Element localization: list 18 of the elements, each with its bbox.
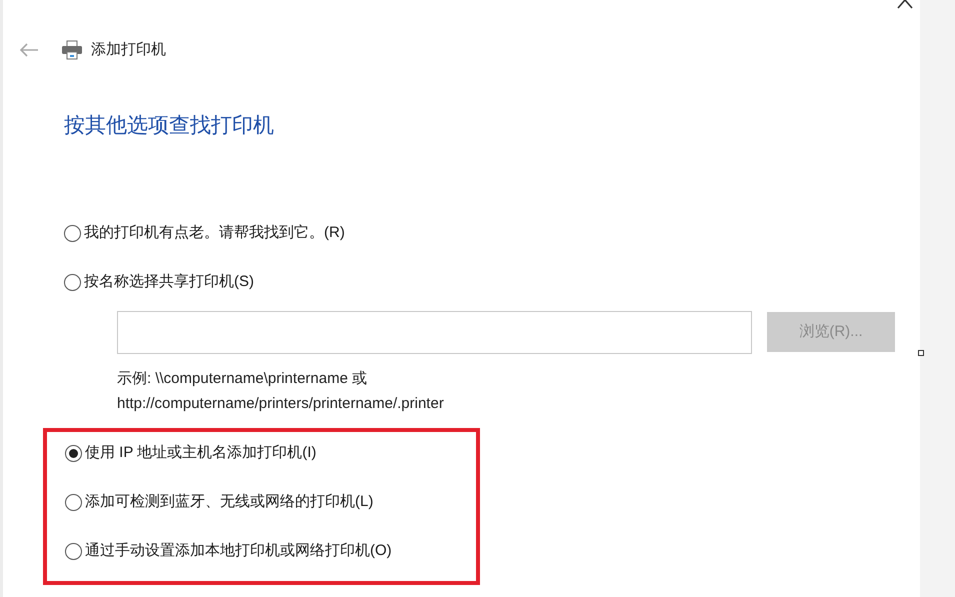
radio-button[interactable] xyxy=(64,225,81,242)
resize-handle[interactable] xyxy=(918,350,924,356)
radio-button[interactable] xyxy=(65,494,82,511)
printer-name-field[interactable] xyxy=(117,310,752,354)
close-icon[interactable] xyxy=(896,0,914,10)
radio-button[interactable] xyxy=(64,274,81,291)
example-text: http://computername/printers/printername/.printer xyxy=(117,394,444,414)
printer-icon xyxy=(61,40,83,60)
window-title: 添加打印机 xyxy=(91,40,166,60)
radio-option[interactable]: 添加可检测到蓝牙、无线或网络的打印机(L) xyxy=(65,492,374,514)
radio-option[interactable]: 我的打印机有点老。请帮我找到它。(R) xyxy=(64,222,345,244)
radio-option[interactable]: 使用 IP 地址或主机名添加打印机(I) xyxy=(65,442,316,464)
radio-option[interactable]: 通过手动设置添加本地打印机或网络打印机(O) xyxy=(65,540,392,562)
page-heading: 按其他选项查找打印机 xyxy=(64,113,274,139)
radio-option[interactable]: 按名称选择共享打印机(S) xyxy=(64,272,254,294)
example-text: 示例: \\computername\printername 或 xyxy=(117,368,368,388)
radio-button[interactable] xyxy=(65,543,82,560)
radio-button[interactable] xyxy=(65,445,82,462)
